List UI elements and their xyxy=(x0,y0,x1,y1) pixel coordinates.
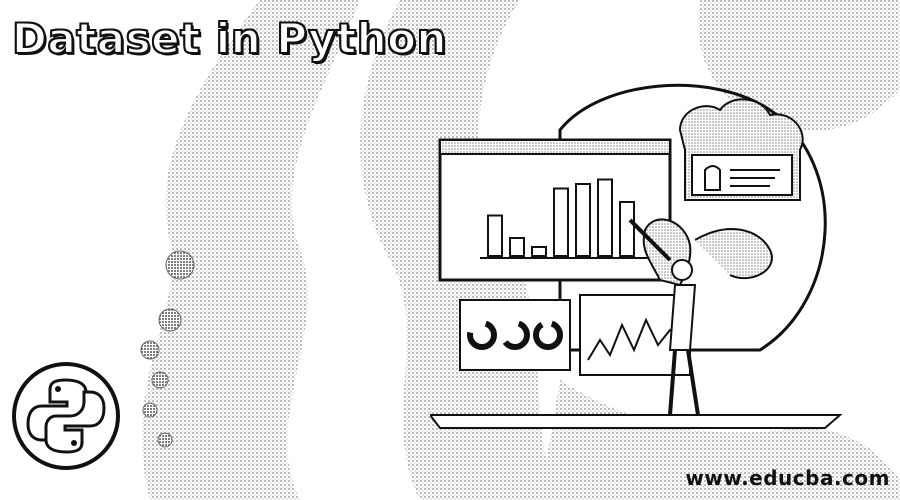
info-card xyxy=(678,98,804,201)
platform-base xyxy=(430,414,843,429)
banner: Dataset in Python www.educba.com xyxy=(0,0,900,500)
dashboard-monitor xyxy=(438,138,672,282)
site-watermark: www.educba.com xyxy=(685,466,890,490)
bar-7 xyxy=(619,201,635,257)
python-logo-icon xyxy=(12,362,120,470)
page-title: Dataset in Python xyxy=(11,14,447,63)
bar-3 xyxy=(531,246,547,257)
bar-6 xyxy=(597,178,613,257)
donut-panel xyxy=(459,299,571,371)
data-dashboard-illustration xyxy=(430,83,843,429)
bar-4 xyxy=(553,187,569,257)
bar-2 xyxy=(509,237,525,257)
bar-5 xyxy=(575,183,591,257)
bar-1 xyxy=(487,214,503,257)
background-swirl-left xyxy=(141,0,360,500)
